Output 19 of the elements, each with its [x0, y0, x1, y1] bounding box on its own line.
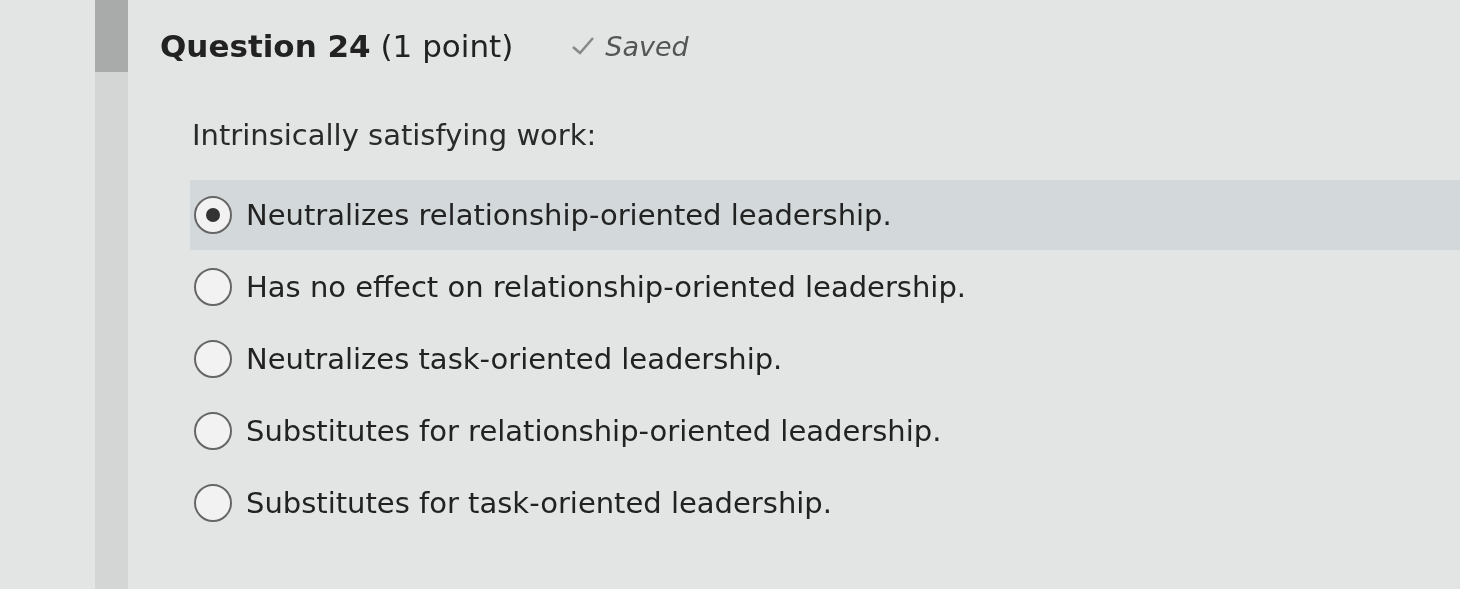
option-label: Neutralizes relationship-oriented leadership.	[246, 198, 892, 232]
radio-button[interactable]	[194, 268, 232, 306]
answer-option[interactable]: Substitutes for relationship-oriented leadership.	[190, 396, 1460, 466]
option-label: Substitutes for relationship-oriented leadership.	[246, 414, 942, 448]
radio-button[interactable]	[194, 412, 232, 450]
option-label: Substitutes for task-oriented leadership.	[246, 486, 832, 520]
option-label: Neutralizes task-oriented leadership.	[246, 342, 783, 376]
selected-option[interactable]: Neutralizes relationship-oriented leadership.	[190, 180, 1460, 250]
answer-option[interactable]: Has no effect on relationship-oriented leadership.	[190, 252, 1460, 322]
radio-button[interactable]	[194, 484, 232, 522]
saved-status: Saved	[605, 30, 689, 62]
answer-option[interactable]: Neutralizes task-oriented leadership.	[190, 324, 1460, 394]
answer-option[interactable]: Substitutes for task-oriented leadership.	[190, 468, 1460, 538]
radio-button[interactable]	[194, 340, 232, 378]
question-prompt: Intrinsically satisfying work:	[192, 118, 598, 152]
strip-marker	[95, 0, 128, 72]
question-title: Question 24 (1 point)	[160, 28, 514, 64]
radio-button[interactable]	[194, 196, 232, 234]
option-label: Has no effect on relationship-oriented leadership.	[246, 270, 967, 304]
